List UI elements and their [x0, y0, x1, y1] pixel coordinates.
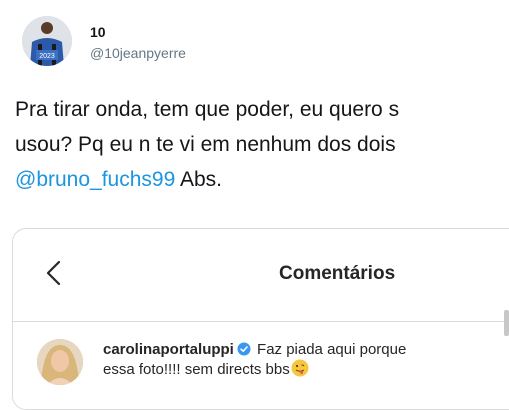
- tweet-text-line-3-rest: Abs.: [175, 168, 222, 191]
- comment-item: carolinaportaluppi Faz piada aqui porque…: [13, 334, 509, 404]
- comments-title: Comentários: [279, 263, 396, 284]
- user-avatar[interactable]: 2023: [22, 16, 72, 66]
- avatar-jersey-text: 2023: [39, 53, 55, 60]
- comment-text: carolinaportaluppi Faz piada aqui porque…: [103, 340, 509, 379]
- tweet-header: 2023 10 @10jeanpyerre: [22, 16, 502, 76]
- instagram-header: Comentários: [13, 229, 509, 322]
- tweet-text: Pra tirar onda, tem que poder, eu quero …: [15, 92, 509, 197]
- tweet-text-line-3: @bruno_fuchs99 Abs.: [15, 162, 509, 197]
- mention-link[interactable]: @bruno_fuchs99: [15, 168, 175, 191]
- tongue-emoji-icon: [291, 359, 309, 377]
- back-chevron-icon[interactable]: [43, 259, 67, 287]
- verified-badge-icon: [237, 342, 251, 356]
- scrollbar[interactable]: [504, 310, 509, 336]
- tweet-text-line-1: Pra tirar onda, tem que poder, eu quero …: [15, 98, 400, 121]
- tweet-text-line-2: usou? Pq eu n te vi em nenhum dos dois: [15, 133, 396, 156]
- embedded-instagram-screenshot[interactable]: Comentários carolinaportaluppi Faz piada…: [12, 228, 509, 410]
- comment-username[interactable]: carolinaportaluppi: [103, 341, 234, 358]
- comment-text-line-1: Faz piada aqui porque: [252, 341, 407, 358]
- commenter-avatar[interactable]: [37, 339, 83, 385]
- comment-text-line-2: essa foto!!!! sem directs bbs: [103, 361, 290, 378]
- user-handle[interactable]: @10jeanpyerre: [90, 45, 186, 61]
- user-display-name[interactable]: 10: [90, 24, 106, 40]
